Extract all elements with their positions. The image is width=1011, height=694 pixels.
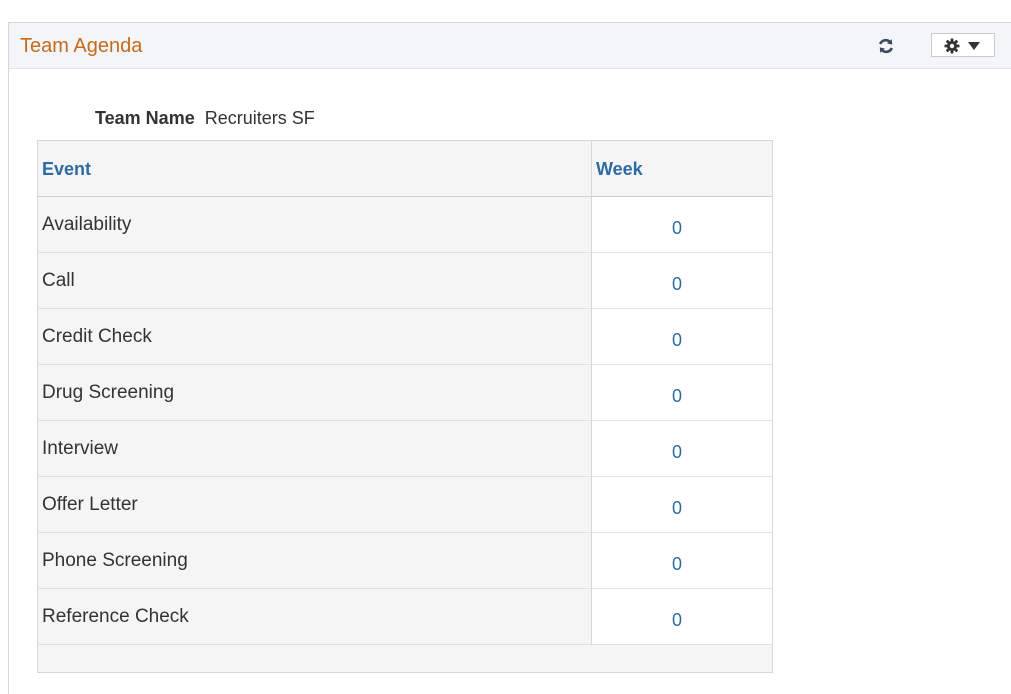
grid-footer xyxy=(38,645,772,672)
event-cell: Call xyxy=(42,270,75,291)
refresh-button[interactable] xyxy=(875,35,897,57)
team-name-label: Team Name xyxy=(95,108,195,128)
event-cell: Availability xyxy=(42,214,132,235)
refresh-icon xyxy=(878,38,894,54)
table-row: Phone Screening 0 xyxy=(38,533,772,589)
caret-down-icon xyxy=(968,42,980,50)
week-count-link[interactable]: 0 xyxy=(672,497,682,519)
table-row: Interview 0 xyxy=(38,421,772,477)
column-header-week[interactable]: Week xyxy=(596,159,643,180)
table-row: Reference Check 0 xyxy=(38,589,772,645)
settings-menu-button[interactable] xyxy=(931,33,995,57)
pagelet-title: Team Agenda xyxy=(20,35,143,57)
team-agenda-pagelet: Team Agenda Team Name Recruiters SF Even… xyxy=(8,22,1011,694)
event-cell: Credit Check xyxy=(42,326,152,347)
column-divider xyxy=(591,141,592,645)
team-name-row: Team Name Recruiters SF xyxy=(95,107,315,129)
week-count-link[interactable]: 0 xyxy=(672,217,682,239)
week-count-link[interactable]: 0 xyxy=(672,273,682,295)
grid-header-row: Event Week xyxy=(38,141,772,197)
table-row: Availability 0 xyxy=(38,197,772,253)
event-cell: Interview xyxy=(42,438,119,459)
event-cell: Offer Letter xyxy=(42,494,138,515)
agenda-grid: Event Week Availability 0 Call 0 Credit … xyxy=(37,140,773,673)
event-cell: Reference Check xyxy=(42,606,189,627)
table-row: Drug Screening 0 xyxy=(38,365,772,421)
event-cell: Phone Screening xyxy=(42,550,188,571)
column-header-event[interactable]: Event xyxy=(42,159,91,180)
gear-icon xyxy=(944,38,960,54)
team-name-value: Recruiters SF xyxy=(204,108,315,128)
table-row: Offer Letter 0 xyxy=(38,477,772,533)
week-count-link[interactable]: 0 xyxy=(672,385,682,407)
event-cell: Drug Screening xyxy=(42,382,175,403)
week-count-link[interactable]: 0 xyxy=(672,441,682,463)
pagelet-header: Team Agenda xyxy=(9,23,1011,69)
table-row: Call 0 xyxy=(38,253,772,309)
week-count-link[interactable]: 0 xyxy=(672,329,682,351)
table-row: Credit Check 0 xyxy=(38,309,772,365)
week-count-link[interactable]: 0 xyxy=(672,553,682,575)
week-count-link[interactable]: 0 xyxy=(672,609,682,631)
